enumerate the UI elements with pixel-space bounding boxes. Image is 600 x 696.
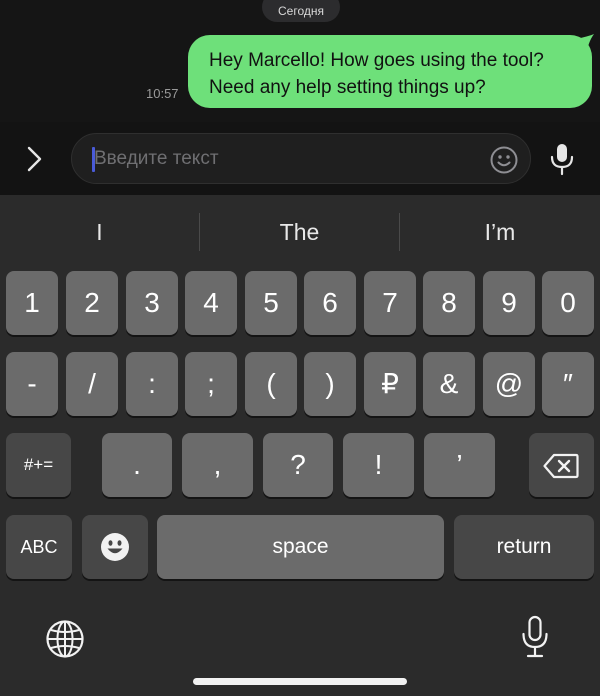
- key-hyphen[interactable]: -: [6, 352, 58, 416]
- key-7[interactable]: 7: [364, 271, 416, 335]
- key-exclamation[interactable]: !: [343, 433, 414, 497]
- key-semicolon[interactable]: ;: [185, 352, 237, 416]
- message-input-bar: Введите текст: [0, 122, 600, 195]
- key-8[interactable]: 8: [423, 271, 475, 335]
- outgoing-message-bubble[interactable]: Hey Marcello! How goes using the tool? N…: [188, 35, 592, 108]
- key-2[interactable]: 2: [66, 271, 118, 335]
- message-placeholder: Введите текст: [94, 148, 219, 169]
- suggestion-3[interactable]: I’m: [400, 213, 600, 251]
- microphone-icon[interactable]: [548, 142, 576, 176]
- chat-area: Сегодня 10:57 Hey Marcello! How goes usi…: [0, 0, 600, 122]
- key-ruble[interactable]: ₽: [364, 352, 416, 416]
- key-apostrophe[interactable]: ’: [424, 433, 495, 497]
- message-timestamp: 10:57: [146, 86, 179, 101]
- globe-icon[interactable]: [45, 619, 85, 659]
- message-text-field[interactable]: Введите текст: [71, 133, 531, 184]
- key-question[interactable]: ?: [263, 433, 333, 497]
- backspace-icon: [543, 453, 579, 479]
- key-1[interactable]: 1: [6, 271, 58, 335]
- backspace-key[interactable]: [529, 433, 594, 497]
- key-more-symbols[interactable]: #+=: [6, 433, 71, 497]
- key-at[interactable]: @: [483, 352, 535, 416]
- key-colon[interactable]: :: [126, 352, 178, 416]
- abc-key[interactable]: ABC: [6, 515, 72, 579]
- microphone-icon[interactable]: [520, 615, 550, 659]
- suggestion-2[interactable]: The: [200, 213, 399, 251]
- home-indicator[interactable]: [193, 678, 407, 685]
- emoji-icon: [101, 533, 129, 561]
- key-0[interactable]: 0: [542, 271, 594, 335]
- key-6[interactable]: 6: [304, 271, 356, 335]
- key-4[interactable]: 4: [185, 271, 237, 335]
- key-open-paren[interactable]: (: [245, 352, 297, 416]
- key-period[interactable]: .: [102, 433, 172, 497]
- on-screen-keyboard: I The I’m 1 2 3 4 5 6 7 8 9 0 - / : ; ( …: [0, 195, 600, 696]
- return-key[interactable]: return: [454, 515, 594, 579]
- key-ampersand[interactable]: &: [423, 352, 475, 416]
- key-comma[interactable]: ,: [182, 433, 253, 497]
- space-key[interactable]: space: [157, 515, 444, 579]
- date-separator: Сегодня: [262, 0, 340, 22]
- smiley-icon[interactable]: [489, 145, 519, 175]
- key-double-prime[interactable]: ″: [542, 352, 594, 416]
- message-text: Hey Marcello! How goes using the tool? N…: [209, 50, 544, 98]
- key-3[interactable]: 3: [126, 271, 178, 335]
- key-close-paren[interactable]: ): [304, 352, 356, 416]
- key-slash[interactable]: /: [66, 352, 118, 416]
- emoji-key[interactable]: [82, 515, 148, 579]
- suggestion-1[interactable]: I: [0, 213, 199, 251]
- chevron-right-icon[interactable]: [22, 144, 46, 174]
- key-9[interactable]: 9: [483, 271, 535, 335]
- key-5[interactable]: 5: [245, 271, 297, 335]
